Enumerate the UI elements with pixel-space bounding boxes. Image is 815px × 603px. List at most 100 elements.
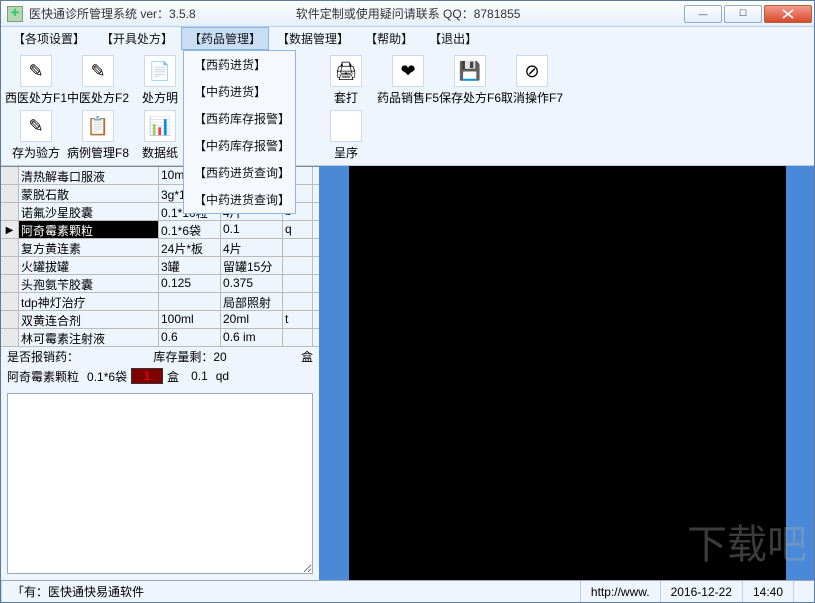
row-marker <box>1 329 19 346</box>
table-row[interactable]: 阿奇霉素颗粒0.1*6袋0.1q <box>1 221 319 239</box>
menu-item-3[interactable]: 【数据管理】 <box>269 27 357 50</box>
save-check-label: 存为验方 <box>12 144 60 161</box>
status-date: 2016-12-22 <box>660 581 742 602</box>
drug-spec <box>159 293 221 310</box>
row-marker <box>1 203 19 220</box>
window-right-title: 软件定制或使用疑问请联系 QQ：8781855 <box>296 5 521 22</box>
window-title: 医快通诊所管理系统 ver：3.5.8 <box>29 5 196 22</box>
drug-ext <box>283 275 313 292</box>
row-marker <box>1 239 19 256</box>
menu-item-4[interactable]: 【帮助】 <box>357 27 421 50</box>
app-icon: ✚ <box>7 6 23 22</box>
menu-item-1[interactable]: 【开具处方】 <box>93 27 181 50</box>
table-row[interactable]: tdp神灯治疗局部照射 <box>1 293 319 311</box>
drug-sale-button[interactable]: ❤ 药品销售F5 <box>379 53 437 108</box>
drug-spec: 24片*板 <box>159 239 221 256</box>
cn-rx-button[interactable]: ✎ 中医处方F2 <box>69 53 127 108</box>
menu-item-5[interactable]: 【退出】 <box>421 27 485 50</box>
drug-name: tdp神灯治疗 <box>19 293 159 310</box>
rx-detail-label: 处方明 <box>142 89 178 106</box>
drug-ext <box>283 329 313 346</box>
drug-spec: 0.125 <box>159 275 221 292</box>
drug-dose: 4片 <box>221 239 283 256</box>
row-marker <box>1 311 19 328</box>
stock-question: 是否报销药： <box>7 348 79 365</box>
rx-detail-button[interactable]: 📄处方明 <box>131 53 189 108</box>
table-row[interactable]: 复方黄连素24片*板4片 <box>1 239 319 257</box>
menu-item-2[interactable]: 【药品管理】 <box>181 27 269 50</box>
seq-label: 呈序 <box>334 144 358 161</box>
save-rx-button[interactable]: 💾保存处方F6 <box>441 53 499 108</box>
drug-ext: t <box>283 311 313 328</box>
preview-pane <box>319 166 814 580</box>
presc-unit: 盒 <box>167 368 179 385</box>
table-row[interactable]: 双黄连合剂100ml20mlt <box>1 311 319 329</box>
table-row[interactable]: 头孢氨苄胶囊0.1250.375 <box>1 275 319 293</box>
data-num-button[interactable]: 📊数据纸 <box>131 108 189 163</box>
save-check-icon: ✎ <box>20 110 52 142</box>
cancel-button[interactable]: ⊘取消操作F7 <box>503 53 561 108</box>
drug-name: 火罐拔罐 <box>19 257 159 274</box>
drug-spec: 0.6 <box>159 329 221 346</box>
print-set-icon: 🖨 <box>330 55 362 87</box>
preview-black <box>349 166 786 580</box>
drug-dose: 0.6 im <box>221 329 283 346</box>
print-set-label: 套打 <box>334 89 358 106</box>
minimize-button[interactable]: — <box>684 5 722 23</box>
drug-ext <box>283 293 313 310</box>
case-mgmt-label: 病例管理F8 <box>67 144 129 161</box>
status-owner-label: 「有： <box>12 583 48 600</box>
presc-drug: 阿奇霉素颗粒 <box>7 368 79 385</box>
west-rx-icon: ✎ <box>20 55 52 87</box>
case-mgmt-button[interactable]: 📋 病例管理F8 <box>69 108 127 163</box>
print-set-button[interactable]: 🖨 套打 <box>317 53 375 108</box>
west-rx-button[interactable]: ✎西医处方F1 <box>7 53 65 108</box>
drug-name: 诺氟沙星胶囊 <box>19 203 159 220</box>
drug-ext <box>283 257 313 274</box>
stock-unit: 盒 <box>301 348 313 365</box>
table-row[interactable]: 林可霉素注射液0.60.6 im <box>1 329 319 347</box>
save-check-button[interactable]: ✎ 存为验方 <box>7 108 65 163</box>
dropdown-item-2[interactable]: 【西药库存报警】 <box>184 105 295 132</box>
presc-qty[interactable]: 1 <box>131 368 163 384</box>
drug-spec: 0.1*6袋 <box>159 221 221 238</box>
presc-freq: qd <box>216 369 229 383</box>
cn-rx-label: 中医处方F2 <box>67 89 129 106</box>
row-marker <box>1 221 19 238</box>
presc-dose: 0.1 <box>191 369 208 383</box>
row-marker <box>1 167 19 184</box>
row-marker <box>1 275 19 292</box>
row-marker <box>1 293 19 310</box>
dropdown-item-3[interactable]: 【中药库存报警】 <box>184 132 295 159</box>
drug-name: 清热解毒口服液 <box>19 167 159 184</box>
drug-dose: 0.375 <box>221 275 283 292</box>
save-rx-label: 保存处方F6 <box>439 89 501 106</box>
notes-editor[interactable] <box>7 393 313 574</box>
case-mgmt-icon: 📋 <box>82 110 114 142</box>
menu-item-0[interactable]: 【各项设置】 <box>5 27 93 50</box>
dropdown-item-0[interactable]: 【西药进货】 <box>184 51 295 78</box>
cn-rx-icon: ✎ <box>82 55 114 87</box>
seq-button[interactable]: 呈序 <box>317 108 375 163</box>
cancel-icon: ⊘ <box>516 55 548 87</box>
dropdown-item-5[interactable]: 【中药进货查询】 <box>184 186 295 213</box>
drug-name: 双黄连合剂 <box>19 311 159 328</box>
drug-sale-label: 药品销售F5 <box>377 89 439 106</box>
close-button[interactable] <box>764 5 812 23</box>
dropdown-item-1[interactable]: 【中药进货】 <box>184 78 295 105</box>
drug-name: 蒙脱石散 <box>19 185 159 202</box>
drug-spec: 100ml <box>159 311 221 328</box>
status-owner: 医快通快易通软件 <box>48 583 144 600</box>
row-marker <box>1 257 19 274</box>
data-num-icon: 📊 <box>144 110 176 142</box>
drug-name: 阿奇霉素颗粒 <box>19 221 159 238</box>
drug-dose: 20ml <box>221 311 283 328</box>
table-row[interactable]: 火罐拔罐3罐留罐15分 <box>1 257 319 275</box>
maximize-button[interactable]: ☐ <box>724 5 762 23</box>
drug-ext <box>283 239 313 256</box>
drug-spec: 3罐 <box>159 257 221 274</box>
dropdown-item-4[interactable]: 【西药进货查询】 <box>184 159 295 186</box>
drug-sale-icon: ❤ <box>392 55 424 87</box>
drug-dose: 0.1 <box>221 221 283 238</box>
drug-ext: q <box>283 221 313 238</box>
